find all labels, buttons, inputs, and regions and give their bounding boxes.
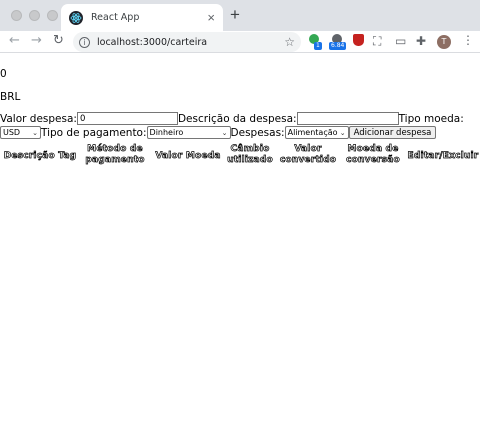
value-label: Valor despesa: — [0, 112, 77, 125]
close-window-button[interactable] — [11, 10, 22, 21]
screenshot-icon[interactable]: ⛶ — [373, 34, 388, 49]
bookmark-star-icon[interactable]: ☆ — [284, 36, 295, 48]
minimize-window-button[interactable] — [29, 10, 40, 21]
browser-tab[interactable]: React App × — [61, 4, 223, 31]
chevron-down-icon: ⌄ — [339, 128, 346, 137]
table-header-cell: Valor convertido — [279, 144, 337, 165]
new-tab-button[interactable]: + — [230, 6, 240, 23]
reload-icon[interactable]: ↻ — [53, 34, 64, 47]
total-expenses: 0 — [0, 68, 7, 80]
url-text[interactable]: localhost:3000/carteira — [97, 37, 284, 48]
chevron-down-icon: ⌄ — [32, 128, 38, 137]
profile-avatar[interactable]: T — [437, 35, 451, 49]
expense-form-row-1: Valor despesa: Descrição da despesa: Tip… — [0, 112, 464, 125]
payment-select[interactable]: Dinheiro ⌄ — [146, 126, 231, 139]
payment-select-value: Dinheiro — [149, 128, 184, 137]
back-arrow-icon[interactable]: ← — [9, 34, 20, 47]
media-icon[interactable]: ▭ — [395, 34, 410, 49]
currency-label: Tipo moeda: — [398, 112, 464, 125]
browser-toolbar: ← → ↻ i localhost:3000/carteira ☆ 1 6.84… — [0, 31, 480, 53]
table-header-cell: Método de pagamento — [85, 144, 145, 165]
ublock-shield-icon[interactable] — [353, 34, 368, 49]
info-icon[interactable]: i — [79, 36, 90, 48]
close-tab-icon[interactable]: × — [207, 11, 215, 24]
table-header-cell: Valor Moeda — [155, 151, 221, 162]
chevron-down-icon: ⌄ — [221, 128, 228, 137]
maximize-window-button[interactable] — [47, 10, 58, 21]
expenses-table-header: Descrição Tag Método de pagamento Valor … — [0, 143, 480, 169]
table-header-cell: Descrição Tag — [3, 151, 77, 162]
address-bar[interactable]: i localhost:3000/carteira ☆ — [73, 32, 301, 52]
shield-icon — [353, 34, 364, 46]
description-label: Descrição da despesa: — [177, 112, 297, 125]
window-controls — [11, 10, 58, 21]
description-input[interactable] — [296, 112, 399, 125]
tag-label: Despesas: — [230, 126, 285, 139]
forward-arrow-icon[interactable]: → — [31, 34, 42, 47]
react-icon — [69, 10, 83, 25]
add-expense-button[interactable]: Adicionar despesa — [348, 126, 437, 139]
extension-green-icon[interactable]: 1 — [309, 34, 324, 50]
extensions-puzzle-icon[interactable]: ✚ — [416, 34, 431, 49]
table-header-cell: Moeda de conversão — [346, 144, 400, 165]
value-input[interactable] — [76, 112, 178, 125]
tab-title: React App — [91, 12, 140, 23]
currency-select-value: USD — [3, 128, 21, 137]
browser-tab-strip: React App × + — [0, 0, 480, 31]
extension-badge: 6.84 — [329, 42, 347, 50]
extension-badge: 1 — [314, 42, 322, 50]
payment-label: Tipo de pagamento: — [41, 126, 147, 139]
tag-select-value: Alimentação — [287, 128, 338, 137]
expense-form-row-2: USD ⌄ Tipo de pagamento: Dinheiro ⌄ Desp… — [0, 126, 437, 139]
extension-gray-icon[interactable]: 6.84 — [329, 34, 347, 50]
browser-menu-icon[interactable]: ⋮ — [462, 34, 474, 46]
table-header-cell: Câmbio utilizado — [227, 144, 273, 165]
table-header-cell: Editar/Excluir — [407, 151, 479, 162]
tag-select[interactable]: Alimentação ⌄ — [284, 126, 349, 139]
currency-select[interactable]: USD ⌄ — [0, 126, 41, 139]
header-currency: BRL — [0, 91, 21, 103]
